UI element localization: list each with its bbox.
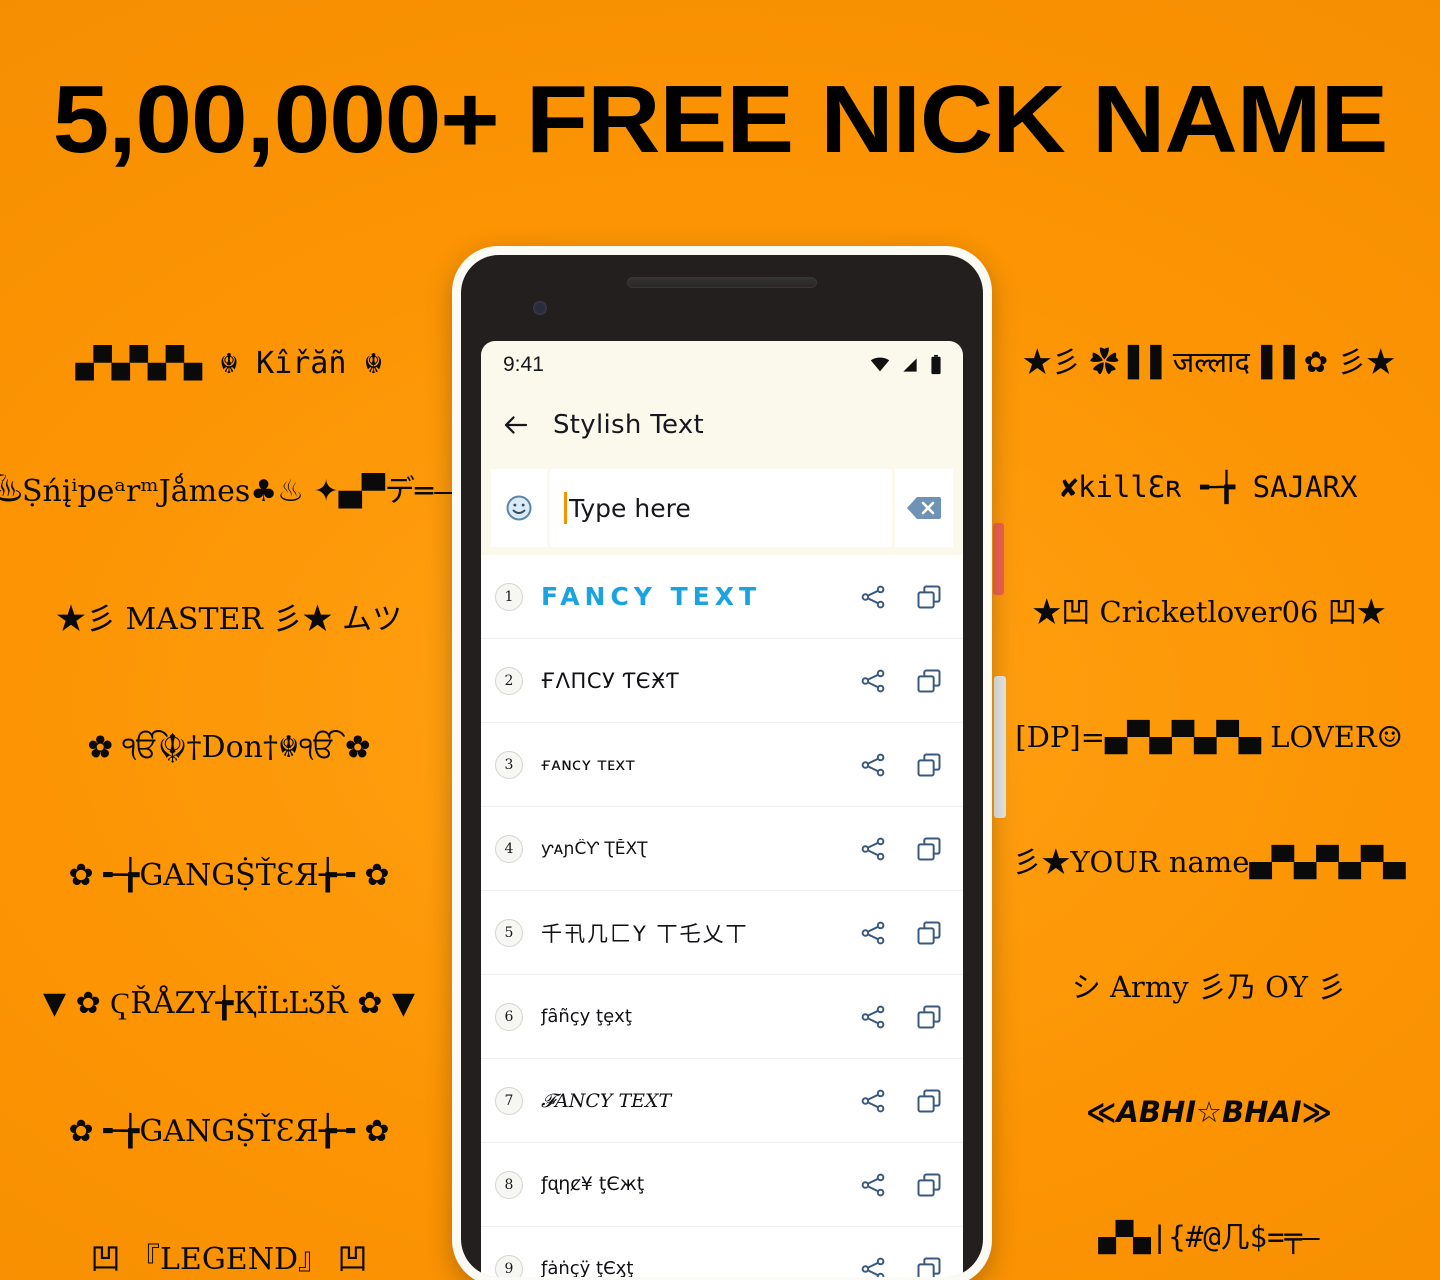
table-row[interactable]: 4 ƴᴀɲĈƳ ƮĔXƮ [481, 807, 963, 891]
decorative-nickname: ♨ؒṢńįⁱpeᵃrᵐJǻmes♣♨ ✦▄▀デ═— [0, 474, 463, 509]
row-actions [859, 1171, 943, 1199]
app-bar: Stylish Text [481, 389, 963, 461]
styled-text: ƴᴀɲĈƳ ƮĔXƮ [541, 838, 648, 859]
row-number: 5 [495, 918, 523, 947]
share-icon[interactable] [859, 1255, 887, 1278]
row-number: 1 [495, 582, 523, 611]
decorative-nicknames-left: ▄▀▄▀▄▀▄ ☬ Kîřăñ ☬ ♨ؒṢńįⁱpeᵃrᵐJǻmes♣♨ ✦▄▀… [0, 300, 464, 1280]
copy-icon[interactable] [915, 667, 943, 695]
row-actions [859, 751, 943, 779]
row-actions [859, 835, 943, 863]
copy-icon[interactable] [915, 1171, 943, 1199]
phone-bezel: 9:41 Stylish Text Type here 1 FANCY TEXT… [461, 255, 983, 1277]
table-row[interactable]: 6 ƒȃñçy ţȩxţ [481, 975, 963, 1059]
earpiece-speaker-icon [627, 277, 817, 288]
styled-text: ƒᶐηȼ¥ ţЄжţ [541, 1173, 645, 1195]
row-actions [859, 667, 943, 695]
table-row[interactable]: 2 ҒΛПCУ ƬЄӾƬ [481, 639, 963, 723]
status-icons [869, 354, 943, 376]
copy-icon[interactable] [915, 751, 943, 779]
decorative-nickname: ★彡 MASTER 彡★ ムツ [55, 602, 403, 637]
styled-text: FANCY TEXT [541, 582, 762, 611]
table-row[interactable]: 7 𝓕ANCY TEXT [481, 1059, 963, 1143]
app-screen: 9:41 Stylish Text Type here 1 FANCY TEXT… [481, 341, 963, 1277]
styled-text: ƒȧṅçÿ ţЄӽţ [541, 1258, 634, 1277]
table-row[interactable]: 5 千卂几匚Y 丅乇乂丅 [481, 891, 963, 975]
copy-icon[interactable] [915, 1255, 943, 1278]
edge-accent-red [993, 523, 1004, 595]
decorative-nickname: ✿ ╾╆GANGṨŤƐЯ╆╼ ✿ [68, 858, 390, 893]
phone-mockup: 9:41 Stylish Text Type here 1 FANCY TEXT… [452, 246, 992, 1280]
decorative-nickname: ✿ ੴ☬†Don†☬ੴ ✿ [87, 730, 371, 765]
table-row[interactable]: 8 ƒᶐηȼ¥ ţЄжţ [481, 1143, 963, 1227]
decorative-nickname: [DP]=▄▀▄▀▄▀▄ LOVER☺ [1015, 720, 1403, 754]
decorative-nickname: ✘killƐʀ ╾╆ SAJARX [1060, 470, 1358, 504]
decorative-nickname: ▄▀▄▀▄▀▄ ☬ Kîřăñ ☬ [75, 346, 383, 381]
styled-text: 𝓕ANCY TEXT [541, 1089, 672, 1112]
styled-text: 千卂几匚Y 丅乇乂丅 [541, 921, 749, 946]
decorative-nickname: 凹 『LEGEND』 凹 [90, 1242, 368, 1277]
row-actions [859, 919, 943, 947]
edge-accent-gray [994, 676, 1006, 818]
row-number: 2 [495, 666, 523, 695]
decorative-nickname: 彡★YOUR name▄▀▄▀▄▀▄ [1012, 845, 1406, 879]
decorative-nickname: ≪ABHI☆BHAI≫ [1086, 1095, 1332, 1129]
styled-text: ғᴀɴᴄʏ ᴛᴇxᴛ [541, 754, 636, 775]
front-camera-icon [533, 301, 547, 315]
decorative-nickname: ▄▀▄|{#@几$=╤— [1098, 1220, 1320, 1254]
results-list: 1 FANCY TEXT 2 ҒΛПCУ ƬЄӾƬ 3 ғᴀɴᴄʏ ᴛᴇxᴛ 4… [481, 555, 963, 1277]
table-row[interactable]: 3 ғᴀɴᴄʏ ᴛᴇxᴛ [481, 723, 963, 807]
text-cursor [564, 492, 567, 524]
row-actions [859, 1087, 943, 1115]
row-number: 9 [495, 1254, 523, 1277]
copy-icon[interactable] [915, 1003, 943, 1031]
share-icon[interactable] [859, 835, 887, 863]
search-input[interactable]: Type here [550, 469, 892, 547]
styled-text: ƒȃñçy ţȩxţ [541, 1006, 632, 1027]
row-number: 8 [495, 1170, 523, 1199]
share-icon[interactable] [859, 583, 887, 611]
row-number: 4 [495, 834, 523, 863]
app-bar-title: Stylish Text [553, 410, 705, 440]
status-bar: 9:41 [481, 341, 963, 389]
decorative-nicknames-right: ★彡 ✿ ▌▌जल्लाद▐▐ ✿ 彡★ ✘killƐʀ ╾╆ SAJARX ★… [974, 300, 1440, 1280]
battery-icon [931, 354, 941, 375]
copy-icon[interactable] [915, 1087, 943, 1115]
text-input-row: Type here [491, 469, 953, 547]
emoji-smiley-icon [506, 495, 532, 521]
row-actions [859, 1255, 943, 1278]
row-number: 7 [495, 1086, 523, 1115]
share-icon[interactable] [859, 1003, 887, 1031]
decorative-nickname: シ Army 彡乃 OY 彡 [1071, 970, 1347, 1004]
signal-icon [903, 358, 917, 372]
decorative-nickname: ★凹 Cricketlover06 凹★ [1032, 595, 1386, 629]
row-number: 6 [495, 1002, 523, 1031]
share-icon[interactable] [859, 751, 887, 779]
copy-icon[interactable] [915, 919, 943, 947]
styled-text: ҒΛПCУ ƬЄӾƬ [541, 668, 680, 693]
decorative-nickname: ▼ ✿ ҀŘÅZY╆ҚЇĿĿƷŘ ✿ ▼ [43, 986, 415, 1021]
wifi-icon [870, 357, 890, 372]
copy-icon[interactable] [915, 583, 943, 611]
table-row[interactable]: 9 ƒȧṅçÿ ţЄӽţ [481, 1227, 963, 1277]
row-actions [859, 1003, 943, 1031]
input-placeholder: Type here [569, 493, 691, 523]
share-icon[interactable] [859, 1087, 887, 1115]
status-time: 9:41 [503, 353, 544, 376]
share-icon[interactable] [859, 919, 887, 947]
row-actions [859, 583, 943, 611]
share-icon[interactable] [859, 1171, 887, 1199]
back-arrow-icon[interactable] [501, 410, 531, 440]
decorative-nickname: ✿ ╾╆GANGṨŤƐЯ╆╼ ✿ [68, 1114, 390, 1149]
emoji-button[interactable] [491, 469, 547, 547]
backspace-clear-icon [907, 497, 941, 519]
page-title: 5,00,000+ FREE NICK NAME [52, 66, 1389, 173]
clear-button[interactable] [895, 469, 953, 547]
table-row[interactable]: 1 FANCY TEXT [481, 555, 963, 639]
copy-icon[interactable] [915, 835, 943, 863]
decorative-nickname: ★彡 ✿ ▌▌जल्लाद▐▐ ✿ 彡★ [1022, 345, 1396, 379]
row-number: 3 [495, 750, 523, 779]
share-icon[interactable] [859, 667, 887, 695]
